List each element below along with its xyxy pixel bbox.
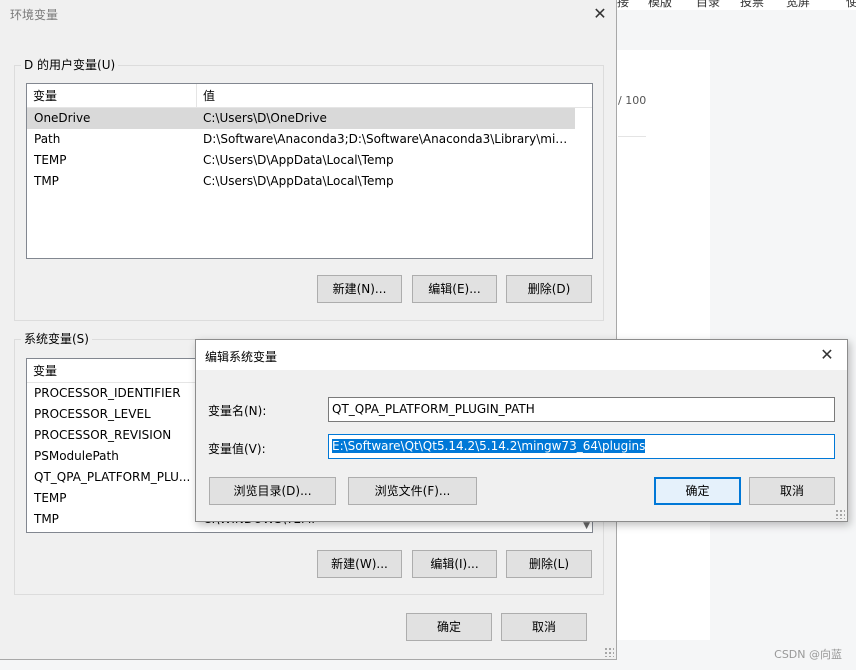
var-name: TMP: [34, 174, 59, 188]
dialog-title: 环境变量: [10, 8, 59, 22]
browse-directory-button[interactable]: 浏览目录(D)...: [209, 477, 336, 505]
menu-item-widescreen[interactable]: 宽屏: [786, 0, 810, 10]
var-name: PROCESSOR_IDENTIFIER: [34, 386, 181, 400]
var-value: D:\Software\Anaconda3;D:\Software\Anacon…: [203, 132, 572, 146]
cancel-button[interactable]: 取消: [749, 477, 835, 505]
column-header-variable[interactable]: 变量: [27, 84, 196, 108]
user-edit-button[interactable]: 编辑(E)...: [412, 275, 497, 303]
var-name-label: 变量名(N):: [208, 404, 267, 418]
divider: [618, 136, 646, 137]
var-value-text: E:\Software\Qt\Qt5.14.2\5.14.2\mingw73_6…: [332, 439, 646, 453]
var-name: PSModulePath: [34, 449, 119, 463]
ok-button[interactable]: 确定: [406, 613, 492, 641]
system-vars-label: 系统变量(S): [21, 331, 92, 347]
var-name: OneDrive: [34, 111, 91, 125]
env-vars-dialog: 环境变量 ✕ D 的用户变量(U) 变量 值 OneDrive C:\Users…: [0, 0, 617, 660]
column-header-variable[interactable]: 变量: [27, 359, 196, 383]
menu-item-template[interactable]: 模版: [648, 0, 672, 10]
user-vars-list[interactable]: 变量 值 OneDrive C:\Users\D\OneDrive Path D…: [26, 83, 593, 259]
var-name-text: QT_QPA_PLATFORM_PLUGIN_PATH: [332, 402, 535, 416]
var-value: C:\Users\D\OneDrive: [203, 111, 327, 125]
resize-grip-icon[interactable]: [604, 647, 614, 657]
var-name: PROCESSOR_REVISION: [34, 428, 172, 442]
menu-item-use[interactable]: 使: [846, 0, 856, 10]
var-name: PROCESSOR_LEVEL: [34, 407, 151, 421]
table-row[interactable]: Path D:\Software\Anaconda3;D:\Software\A…: [27, 129, 592, 150]
system-delete-button[interactable]: 删除(L): [506, 550, 592, 578]
close-icon[interactable]: ✕: [813, 343, 841, 367]
edit-system-var-dialog: 编辑系统变量 ✕ 变量名(N): QT_QPA_PLATFORM_PLUGIN_…: [195, 339, 848, 522]
var-name: Path: [34, 132, 61, 146]
user-new-button[interactable]: 新建(N)...: [317, 275, 402, 303]
menu-item-vote[interactable]: 投票: [740, 0, 764, 10]
ok-button[interactable]: 确定: [654, 477, 741, 505]
cancel-button[interactable]: 取消: [501, 613, 587, 641]
system-new-button[interactable]: 新建(W)...: [317, 550, 402, 578]
resize-grip-icon[interactable]: [835, 509, 845, 519]
scroll-down-icon[interactable]: ▼: [583, 521, 590, 531]
watermark: CSDN @向蓝: [774, 648, 842, 661]
table-row[interactable]: OneDrive C:\Users\D\OneDrive: [27, 108, 575, 129]
user-vars-label: D 的用户变量(U): [21, 57, 119, 73]
var-value: C:\Users\D\AppData\Local\Temp: [203, 174, 394, 188]
var-name: TEMP: [34, 491, 67, 505]
var-name: TEMP: [34, 153, 67, 167]
table-row[interactable]: TEMP C:\Users\D\AppData\Local\Temp: [27, 150, 592, 171]
menu-item-toc[interactable]: 目录: [696, 0, 720, 10]
title-bar: 编辑系统变量 ✕: [196, 340, 847, 370]
var-name: TMP: [34, 512, 59, 526]
var-value-label: 变量值(V):: [208, 442, 266, 456]
word-counter: / 100: [618, 94, 647, 107]
browse-file-button[interactable]: 浏览文件(F)...: [348, 477, 477, 505]
dialog-title: 编辑系统变量: [205, 350, 278, 364]
system-edit-button[interactable]: 编辑(I)...: [412, 550, 497, 578]
var-value: C:\Users\D\AppData\Local\Temp: [203, 153, 394, 167]
list-header: 变量 值: [27, 84, 592, 108]
close-icon[interactable]: ✕: [586, 2, 614, 26]
var-value-input[interactable]: E:\Software\Qt\Qt5.14.2\5.14.2\mingw73_6…: [328, 434, 835, 459]
column-header-value[interactable]: 值: [196, 84, 575, 108]
var-name: QT_QPA_PLATFORM_PLU...: [34, 470, 191, 484]
user-delete-button[interactable]: 删除(D): [506, 275, 592, 303]
menu-item-link[interactable]: 接: [617, 0, 629, 10]
table-row[interactable]: TMP C:\Users\D\AppData\Local\Temp: [27, 171, 592, 192]
var-name-input[interactable]: QT_QPA_PLATFORM_PLUGIN_PATH: [328, 397, 835, 422]
